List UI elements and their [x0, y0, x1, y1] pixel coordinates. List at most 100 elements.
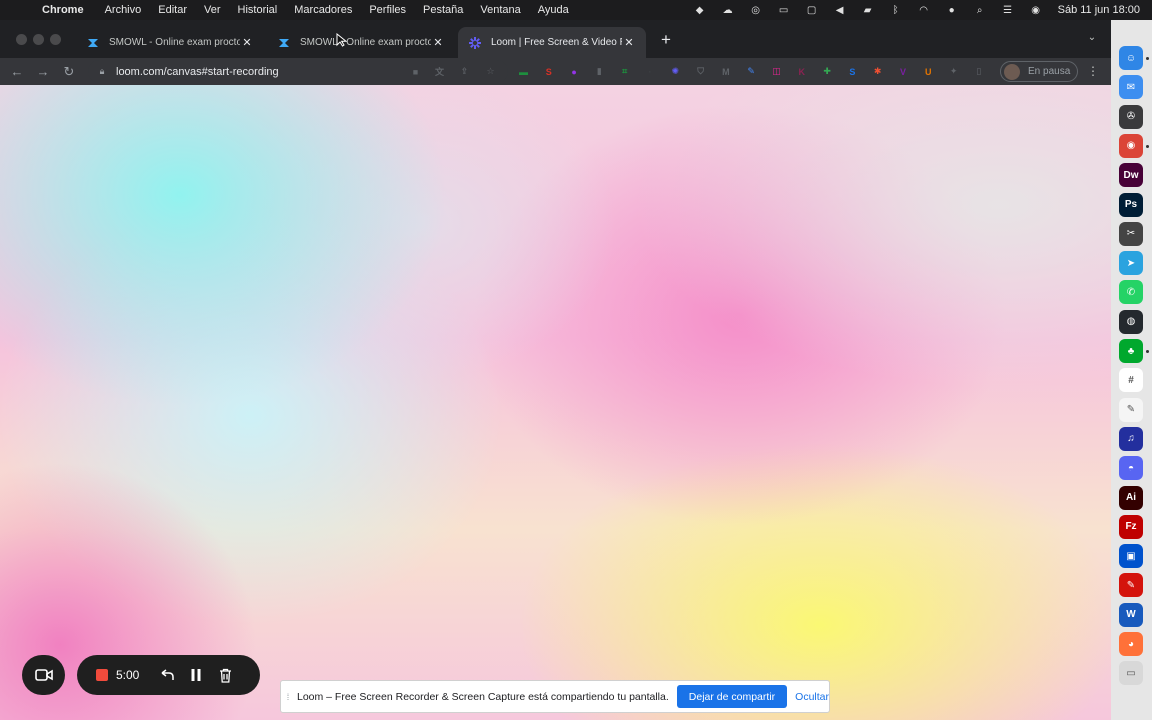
wifi-icon[interactable]: ◠ [916, 4, 932, 16]
finalcut-icon[interactable]: ✂ [1119, 221, 1143, 246]
loom-camera-button[interactable] [22, 655, 65, 695]
menubar-clock[interactable]: Sáb 11 jun 18:00 [1058, 4, 1140, 16]
battery-icon[interactable]: ▰ [860, 4, 876, 16]
running-indicator [1146, 350, 1149, 353]
restart-icon[interactable] [159, 667, 175, 683]
close-icon[interactable]: ✕ [431, 36, 445, 50]
tab-title: SMOWL - Online exam proctor [300, 37, 431, 48]
hide-button[interactable]: Ocultar [795, 691, 829, 703]
minimize-window-button[interactable] [33, 34, 44, 45]
menu-historial[interactable]: Historial [238, 4, 278, 16]
illustrator-icon[interactable]: Ai [1119, 485, 1143, 510]
screen-icon[interactable]: ▭ [776, 4, 792, 16]
tab-smowl-1[interactable]: SMOWL - Online exam proctor ✕ [76, 27, 264, 58]
dreamweaver-icon[interactable]: Dw [1119, 163, 1143, 188]
mail-icon[interactable]: ✉ [1119, 75, 1143, 100]
ext-v-icon[interactable]: V [896, 64, 911, 79]
bluetooth-icon[interactable]: ᛒ [888, 4, 904, 16]
acrobat-icon[interactable]: ✎ [1119, 573, 1143, 598]
sourcetree-icon[interactable]: ▣ [1119, 544, 1143, 569]
tab-smowl-2[interactable]: SMOWL - Online exam proctor ✕ [267, 27, 455, 58]
reload-icon[interactable]: ↻ [60, 63, 78, 81]
forward-arrow-icon[interactable]: → [34, 63, 52, 81]
gmail-icon[interactable]: M [718, 64, 733, 79]
loom-ext-icon[interactable]: ✺ [668, 64, 683, 79]
menu-marcadores[interactable]: Marcadores [294, 4, 352, 16]
amazon-music-icon[interactable]: ♫ [1119, 426, 1143, 451]
star-icon[interactable]: ☆ [483, 64, 498, 79]
zoom-window-button[interactable] [50, 34, 61, 45]
ext-u-icon[interactable]: U [921, 64, 936, 79]
puzzle-icon[interactable]: ✦ [946, 64, 961, 79]
filezilla-icon[interactable]: Fz [1119, 514, 1143, 539]
firefox-icon[interactable]: ◕ [1119, 632, 1143, 656]
menu-perfiles[interactable]: Perfiles [369, 4, 406, 16]
ext-gray-icon[interactable]: ▮ [592, 64, 607, 79]
word-icon[interactable]: W [1119, 602, 1143, 627]
stop-recording-button[interactable] [96, 669, 108, 681]
new-tab-button[interactable]: + [658, 31, 674, 48]
display-icon[interactable]: ▢ [804, 4, 820, 16]
dropbox-icon[interactable]: ◆ [692, 4, 708, 16]
close-icon[interactable]: ✕ [240, 36, 254, 50]
more-menu-icon[interactable]: ⋮ [1086, 64, 1100, 79]
photoshop-icon[interactable]: Ps [1119, 192, 1143, 217]
ext-k-icon[interactable]: K [794, 64, 809, 79]
ext-orange-icon[interactable]: ✱ [870, 64, 885, 79]
lock-icon[interactable]: 🔒︎ [96, 66, 108, 78]
menu-pestana[interactable]: Pestaña [423, 4, 463, 16]
search-icon[interactable]: ⌕ [972, 4, 988, 16]
address-url[interactable]: loom.com/canvas#start-recording [116, 66, 279, 78]
github-icon[interactable]: ◍ [1119, 309, 1143, 334]
menu-ver[interactable]: Ver [204, 4, 221, 16]
ext-dark-icon[interactable]: · [643, 64, 658, 79]
close-icon[interactable]: ✕ [622, 36, 636, 50]
evernote-icon[interactable]: ♣ [1119, 339, 1143, 363]
shield-icon[interactable]: ⛉ [693, 64, 708, 79]
menu-ventana[interactable]: Ventana [480, 4, 520, 16]
safari-icon[interactable]: ✇ [1119, 104, 1143, 129]
profile-button[interactable]: En pausa [1000, 61, 1078, 82]
stop-sharing-button[interactable]: Dejar de compartir [676, 685, 788, 708]
ext-green-icon[interactable]: ▬ [516, 64, 531, 79]
textedit-icon[interactable]: ✎ [1119, 397, 1143, 422]
telegram-icon[interactable]: ➤ [1119, 251, 1143, 276]
chrome-icon[interactable]: ◉ [1119, 133, 1143, 158]
ext-red-icon[interactable]: S [541, 64, 556, 79]
drag-handle-icon[interactable]: ⁞ [285, 692, 291, 702]
control-center-icon[interactable]: ☰ [1000, 4, 1016, 16]
share-icon[interactable]: ⇪ [457, 64, 472, 79]
translate-icon[interactable]: 文 [432, 64, 447, 79]
back-arrow-icon[interactable]: ← [8, 63, 26, 81]
user-icon[interactable]: ● [944, 4, 960, 16]
sidepanel-icon[interactable]: ▯ [971, 64, 986, 79]
ext-frame-icon[interactable]: ⌗ [617, 64, 632, 79]
loom-recording-controls: 5:00 [77, 655, 260, 695]
discord-icon[interactable]: ◓ [1119, 456, 1143, 481]
menu-archivo[interactable]: Archivo [105, 4, 142, 16]
camera-icon[interactable]: ■ [408, 64, 423, 79]
trash-icon[interactable]: ▭ [1119, 661, 1143, 686]
chevron-down-icon[interactable]: ⌄ [1085, 32, 1099, 46]
ext-green2-icon[interactable]: ✚ [820, 64, 835, 79]
ext-purple-icon[interactable]: ● [567, 64, 582, 79]
close-window-button[interactable] [16, 34, 27, 45]
menu-app-chrome[interactable]: Chrome [42, 4, 84, 16]
cloud-icon[interactable]: ☁ [720, 4, 736, 16]
ext-pink-icon[interactable]: ◫ [769, 64, 784, 79]
volume-icon[interactable]: ◀ [832, 4, 848, 16]
creative-cloud-icon[interactable]: ◎ [748, 4, 764, 16]
menu-ayuda[interactable]: Ayuda [538, 4, 569, 16]
screen-share-banner: ⁞ Loom – Free Screen Recorder & Screen C… [280, 680, 830, 713]
menu-editar[interactable]: Editar [158, 4, 187, 16]
browser-window: SMOWL - Online exam proctor ✕ SMOWL - On… [0, 20, 1111, 720]
tab-loom[interactable]: Loom | Free Screen & Video Re ✕ [458, 27, 646, 58]
pen-icon[interactable]: ✎ [744, 64, 759, 79]
slack-icon[interactable]: # [1119, 368, 1143, 393]
pause-icon[interactable] [188, 667, 204, 683]
whatsapp-icon[interactable]: ✆ [1119, 280, 1143, 305]
siri-icon[interactable]: ◉ [1028, 4, 1044, 16]
finder-icon[interactable]: ☺ [1119, 46, 1143, 70]
ext-s-icon[interactable]: S [845, 64, 860, 79]
trash-icon[interactable] [217, 667, 233, 683]
